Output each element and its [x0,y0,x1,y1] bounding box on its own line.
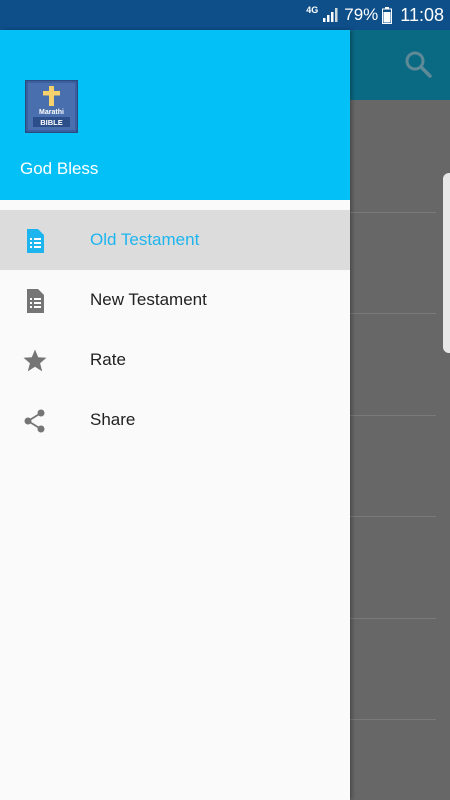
document-icon [27,229,44,253]
clock: 11:08 [400,4,444,25]
document-icon [27,289,44,313]
menu-item-old-testament[interactable]: Old Testament [0,210,350,270]
list-divider [350,516,436,517]
list-divider [350,212,436,213]
menu-item-share[interactable]: Share [0,390,350,450]
status-bar-right: 4G 79% 11:08 [306,0,444,30]
app-logo: Marathi BIBLE [25,80,78,133]
menu-item-label: Rate [90,350,126,369]
menu-item-label: New Testament [90,290,207,309]
menu-item-rate[interactable]: Rate [0,330,350,390]
menu-item-label: Old Testament [90,230,200,249]
search-icon[interactable] [404,50,432,78]
share-icon [24,409,45,433]
network-type: 4G [306,5,319,15]
menu-item-new-testament[interactable]: New Testament [0,270,350,330]
list-divider [350,618,436,619]
star-icon [23,349,47,372]
background-card-edge [443,173,450,353]
signal-icon [323,8,338,22]
status-bar: 4G 79% 11:08 [0,0,450,30]
navigation-drawer: Marathi BIBLE God Bless Old Testament Ne… [0,30,350,800]
drawer-header-title: God Bless [20,159,99,178]
drawer-menu: Old Testament New Testament Rate Share [0,210,350,450]
list-divider [350,313,436,314]
list-divider [350,415,436,416]
battery-icon [382,6,393,24]
svg-text:BIBLE: BIBLE [40,118,63,127]
list-divider [350,719,436,720]
menu-item-label: Share [90,410,136,429]
drawer-header: Marathi BIBLE God Bless [0,30,350,200]
battery-percent: 79% [344,5,379,24]
svg-text:Marathi: Marathi [39,109,64,116]
